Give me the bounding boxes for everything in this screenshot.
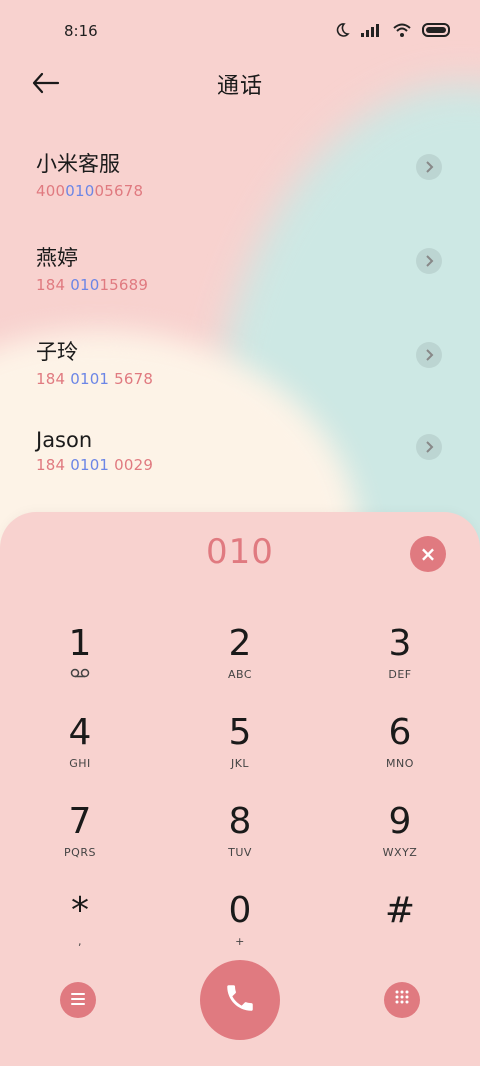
keypad-toggle-button[interactable]	[384, 982, 420, 1018]
chevron-right-icon[interactable]	[416, 154, 442, 180]
key-2[interactable]: 2 ABC	[180, 622, 300, 702]
chevron-right-icon[interactable]	[416, 434, 442, 460]
status-icons	[334, 22, 452, 38]
contact-name: 小米客服	[36, 152, 120, 176]
key-5[interactable]: 5 JKL	[180, 711, 300, 791]
key-0[interactable]: 0 +	[180, 889, 300, 969]
key-1[interactable]: 1	[20, 622, 140, 702]
key-6[interactable]: 6 MNO	[340, 711, 460, 791]
keypad-icon	[394, 989, 410, 1011]
chevron-right-icon[interactable]	[416, 342, 442, 368]
key-hash[interactable]: #	[340, 889, 460, 969]
close-icon: ×	[419, 542, 437, 566]
call-button[interactable]	[200, 960, 280, 1040]
key-star[interactable]: * ,	[20, 889, 140, 969]
menu-button[interactable]	[60, 982, 96, 1018]
status-time: 8:16	[64, 22, 98, 40]
contact-item[interactable]: 子玲 184 0101 5678	[36, 336, 456, 406]
page-title: 通话	[216, 74, 263, 99]
contact-number: 184 0101 0029	[36, 456, 154, 474]
contact-item[interactable]: 燕婷 184 01015689	[36, 242, 456, 312]
status-bar: 8:16	[0, 0, 480, 60]
moon-icon	[334, 22, 350, 38]
contact-number: 184 01015689	[36, 276, 149, 294]
key-4[interactable]: 4 GHI	[20, 711, 140, 791]
dialed-number: 010	[206, 532, 274, 572]
voicemail-icon	[20, 668, 140, 681]
contact-item[interactable]: Jason 184 0101 0029	[36, 428, 456, 498]
wifi-icon	[392, 22, 412, 38]
contact-number: 184 0101 5678	[36, 370, 154, 388]
battery-icon	[422, 22, 452, 38]
contact-name: 子玲	[36, 340, 78, 364]
signal-icon	[360, 23, 382, 37]
clear-button[interactable]: ×	[410, 536, 446, 572]
phone-icon	[223, 981, 257, 1019]
header: 通话	[0, 60, 480, 110]
key-8[interactable]: 8 TUV	[180, 800, 300, 880]
contact-number: 40001005678	[36, 182, 144, 200]
chevron-right-icon[interactable]	[416, 248, 442, 274]
contact-name: 燕婷	[36, 246, 78, 270]
key-3[interactable]: 3 DEF	[340, 622, 460, 702]
key-9[interactable]: 9 WXYZ	[340, 800, 460, 880]
menu-icon	[70, 991, 86, 1010]
contact-item[interactable]: 小米客服 40001005678	[36, 148, 456, 218]
contact-name: Jason	[36, 428, 93, 452]
key-7[interactable]: 7 PQRS	[20, 800, 140, 880]
